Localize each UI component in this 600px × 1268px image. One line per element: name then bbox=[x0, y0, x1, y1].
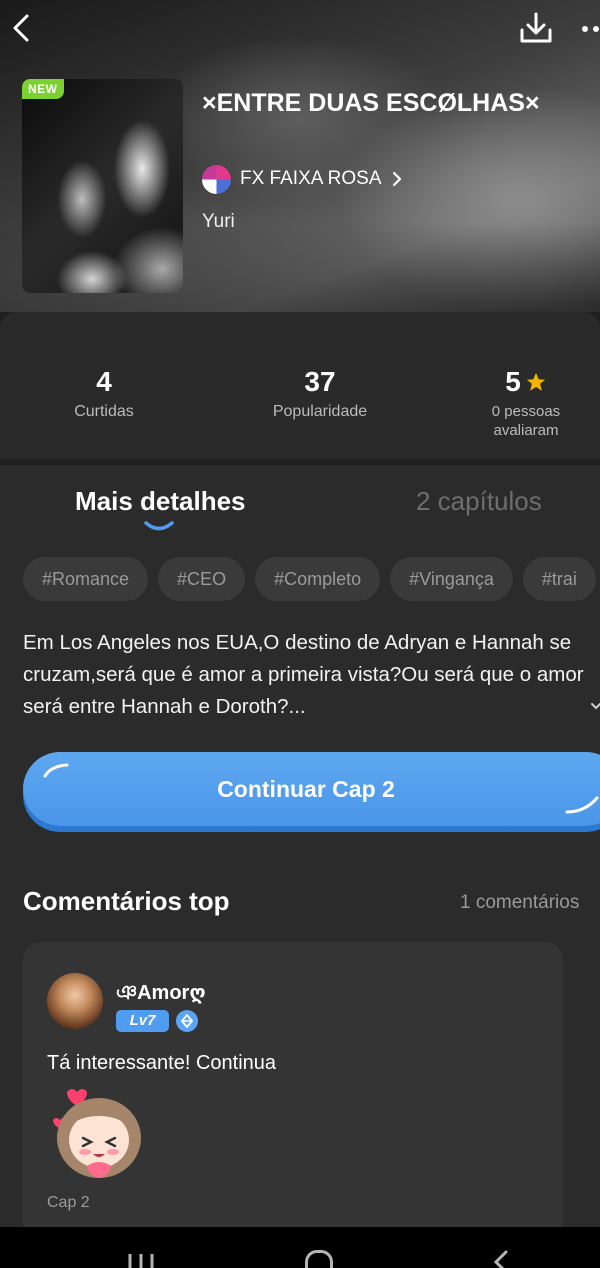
back-arrow-icon bbox=[13, 14, 29, 42]
comments-count-link[interactable]: 1 comentários bbox=[460, 892, 579, 914]
tab-details[interactable]: Mais detalhes bbox=[75, 486, 246, 517]
nav-back-icon[interactable] bbox=[490, 1250, 510, 1268]
button-shine-decoration bbox=[565, 796, 599, 814]
tag-chip[interactable]: #trai bbox=[522, 557, 596, 601]
comment-text: Tá interessante! Continua bbox=[47, 1052, 277, 1074]
stat-value: 37 bbox=[304, 366, 336, 397]
synopsis-text[interactable]: Em Los Angeles nos EUA,O destino de Adry… bbox=[23, 627, 589, 723]
sticker-image bbox=[53, 1089, 141, 1178]
level-badge: Lv7 bbox=[116, 1010, 169, 1032]
new-badge: NEW bbox=[22, 79, 64, 99]
tag-chip[interactable]: #Completo bbox=[255, 557, 381, 601]
author-avatar bbox=[201, 163, 232, 195]
book-title: ×ENTRE DUAS ESCØLHAS× bbox=[202, 89, 540, 117]
stat-value: 4 bbox=[96, 366, 112, 397]
continue-reading-label: Continuar Cap 2 bbox=[217, 775, 395, 802]
commenter-name[interactable]: ঞAmorღ bbox=[116, 978, 206, 1011]
tab-chapters[interactable]: 2 capítulos bbox=[416, 486, 542, 517]
author-link[interactable]: FX FAIXA ROSA bbox=[201, 162, 402, 196]
tag-chip[interactable]: #Vingança bbox=[390, 557, 513, 601]
top-bar bbox=[0, 0, 600, 56]
expand-chevron-icon[interactable] bbox=[590, 700, 600, 712]
home-icon[interactable] bbox=[305, 1250, 333, 1268]
rating-value: 5 bbox=[505, 366, 521, 397]
comments-section-title: Comentários top bbox=[23, 886, 230, 916]
verified-badge-icon bbox=[176, 1010, 198, 1032]
author-name: FX FAIXA ROSA bbox=[240, 168, 382, 189]
stat-rating[interactable]: 5 0 pessoas avaliaram bbox=[466, 364, 586, 440]
commenter-avatar[interactable] bbox=[47, 973, 103, 1029]
tag-chip[interactable]: #Romance bbox=[23, 557, 149, 601]
star-icon bbox=[526, 372, 545, 391]
stat-label: Popularidade bbox=[272, 403, 368, 420]
stat-label: Curtidas bbox=[74, 403, 134, 420]
tag-chip[interactable]: #CEO bbox=[158, 557, 246, 601]
tab-active-indicator bbox=[144, 521, 174, 531]
back-button[interactable] bbox=[6, 10, 36, 46]
comment-card[interactable]: ঞAmorღ Lv7 Tá interessante! Continua Cap… bbox=[23, 942, 563, 1242]
comment-chapter-label[interactable]: Cap 2 bbox=[47, 1194, 90, 1212]
stat-likes: 4 Curtidas bbox=[44, 364, 164, 421]
book-cover[interactable]: NEW bbox=[22, 79, 183, 293]
continue-reading-button[interactable]: Continuar Cap 2 bbox=[23, 752, 600, 826]
stats-panel: 4 Curtidas 37 Popularidade 5 0 pessoas a… bbox=[0, 312, 600, 459]
system-nav-bar bbox=[0, 1227, 600, 1268]
rating-value-row: 5 bbox=[505, 364, 547, 400]
download-button[interactable] bbox=[516, 10, 556, 46]
rating-count-label: 0 pessoas avaliaram bbox=[491, 403, 561, 439]
more-dots-icon bbox=[582, 26, 599, 32]
download-icon bbox=[520, 12, 552, 43]
chevron-right-icon bbox=[392, 171, 401, 187]
recent-apps-icon[interactable] bbox=[126, 1252, 156, 1268]
stat-popularity: 37 Popularidade bbox=[255, 364, 385, 421]
button-shine-decoration bbox=[43, 763, 69, 778]
tag-list: #Romance #CEO #Completo #Vingança #trai bbox=[23, 557, 600, 601]
more-options-button[interactable] bbox=[576, 14, 600, 44]
genre-label: Yuri bbox=[202, 211, 235, 232]
